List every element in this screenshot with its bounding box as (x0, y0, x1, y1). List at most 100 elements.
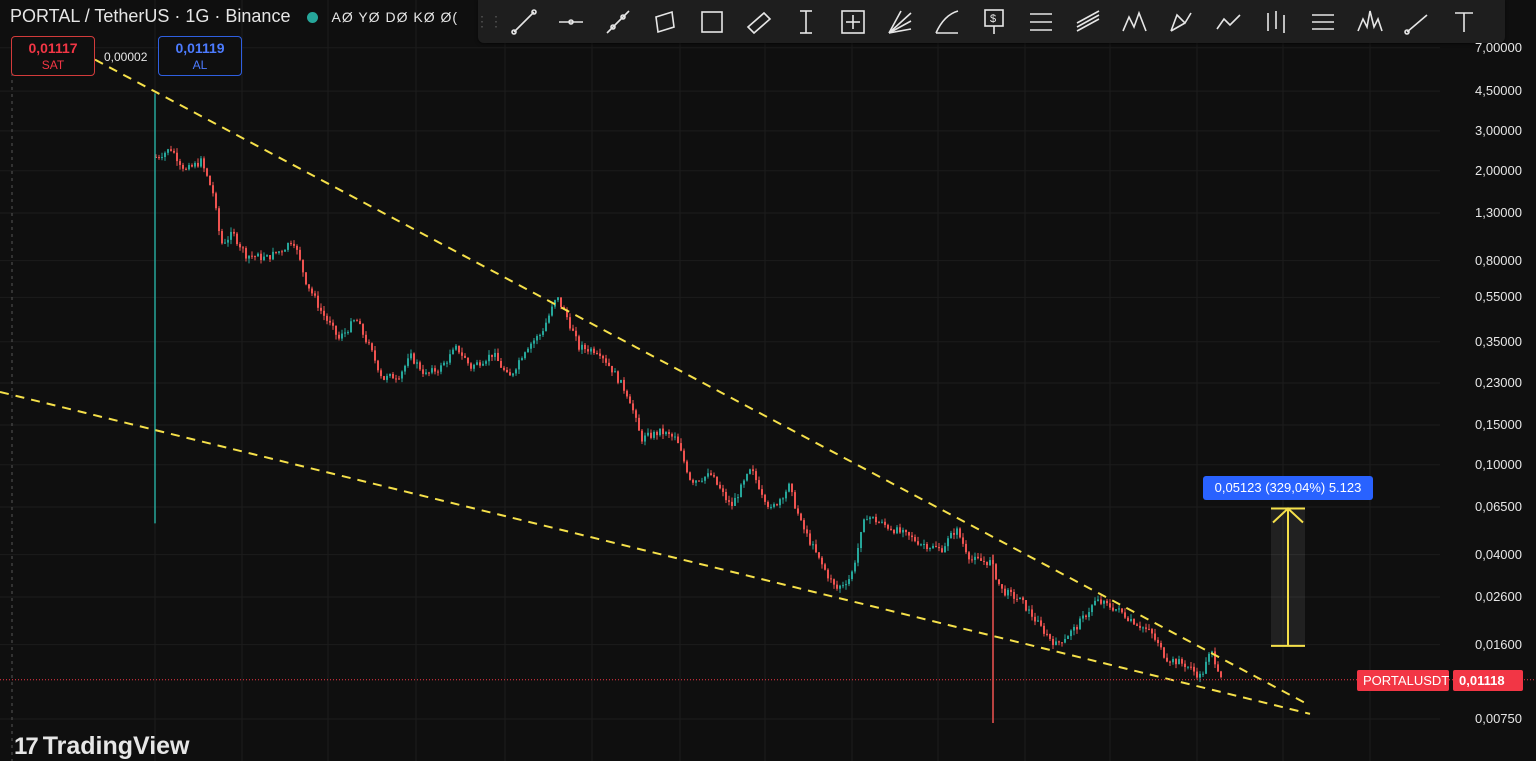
candle-body (1013, 592, 1015, 599)
candle-body (938, 547, 940, 549)
candle-body (974, 556, 976, 561)
candle-body (1043, 625, 1045, 634)
gann-box-icon[interactable] (1299, 0, 1346, 43)
candle-body (701, 480, 703, 482)
rotated-rectangle-icon[interactable] (735, 0, 782, 43)
candle-body (434, 368, 436, 372)
horizontal-ray-icon[interactable] (547, 0, 594, 43)
candle-body (857, 548, 859, 563)
candle-body (578, 336, 580, 350)
candle-body (1058, 641, 1060, 643)
candle-body (1163, 647, 1165, 658)
candle-body (560, 297, 562, 307)
arc-icon[interactable] (923, 0, 970, 43)
parallel-channel-icon[interactable] (641, 0, 688, 43)
candle-body (713, 475, 715, 477)
ray-icon[interactable] (1393, 0, 1440, 43)
candle-body (977, 556, 979, 559)
candle-body (719, 484, 721, 489)
candle-body (1202, 673, 1204, 675)
candle-body (848, 579, 850, 585)
candle-body (227, 239, 229, 243)
text-icon[interactable] (1440, 0, 1487, 43)
candle-body (1073, 626, 1075, 631)
buy-button[interactable]: 0,01119 AL (158, 36, 242, 76)
candle-body (1091, 605, 1093, 613)
candle-body (395, 378, 397, 380)
candle-body (740, 484, 742, 498)
candle-body (251, 255, 253, 257)
candle-body (515, 369, 517, 374)
fib-retracement-icon[interactable] (1017, 0, 1064, 43)
candle-body (1178, 659, 1180, 665)
drag-handle-icon[interactable]: ⋮⋮ (475, 0, 503, 43)
candle-body (1208, 653, 1210, 662)
candle-body (245, 248, 247, 259)
candle-body (359, 321, 361, 325)
candle-body (467, 357, 469, 364)
candle-body (431, 368, 433, 373)
svg-text:$: $ (990, 13, 996, 25)
candle-body (530, 343, 532, 349)
candle-body (752, 469, 754, 472)
candle-body (173, 150, 175, 153)
candle-body (737, 497, 739, 499)
symbol-name[interactable]: PORTAL / TetherUS · 1G · Binance (10, 6, 290, 26)
pitchfork-icon[interactable] (1064, 0, 1111, 43)
candle-body (911, 535, 913, 538)
candle-body (341, 333, 343, 339)
candle-body (638, 417, 640, 431)
xabcd-pattern-icon[interactable] (1158, 0, 1205, 43)
candle-body (656, 431, 658, 436)
elliott-wave-icon[interactable] (1111, 0, 1158, 43)
candle-body (455, 345, 457, 350)
candle-body (281, 251, 283, 253)
candle-body (599, 353, 601, 356)
candle-body (482, 363, 484, 366)
candle-body (950, 532, 952, 539)
candle-body (278, 251, 280, 253)
candle-body (209, 175, 211, 186)
candle-body (821, 557, 823, 565)
candle-body (1217, 664, 1219, 672)
candle-body (782, 498, 784, 500)
candle-body (476, 362, 478, 365)
price-axis-label: 0,55000 (1475, 289, 1522, 305)
price-chart[interactable] (0, 0, 1536, 761)
extended-line-icon[interactable] (594, 0, 641, 43)
candle-body (458, 345, 460, 353)
bars-pattern-icon[interactable] (1252, 0, 1299, 43)
trend-line-icon[interactable] (500, 0, 547, 43)
last-price-tag: 0,01118 (1453, 669, 1523, 691)
candle-body (629, 396, 631, 404)
rectangle-icon[interactable] (688, 0, 735, 43)
sell-button[interactable]: 0,01117 SAT (11, 36, 95, 76)
candle-body (806, 529, 808, 534)
candle-body (899, 527, 901, 533)
price-note-icon[interactable]: $ (970, 0, 1017, 43)
candle-body (380, 370, 382, 377)
fib-fan-icon[interactable] (876, 0, 923, 43)
price-axis-label: 0,80000 (1475, 252, 1522, 268)
ohlc-values: AØ YØ DØ KØ Ø( (331, 9, 459, 25)
candle-body (1205, 661, 1207, 674)
candle-body (353, 320, 355, 322)
candle-body (569, 317, 571, 329)
candle-body (611, 365, 613, 373)
candle-body (653, 431, 655, 438)
path-icon[interactable] (1205, 0, 1252, 43)
candle-body (335, 325, 337, 335)
candle-body (575, 330, 577, 337)
candle-body (890, 528, 892, 530)
vertical-line-icon[interactable] (782, 0, 829, 43)
candle-body (1181, 659, 1183, 664)
tradingview-logo[interactable]: 17 TradingView (14, 732, 190, 761)
candle-body (944, 546, 946, 553)
candle-body (734, 497, 736, 506)
head-shoulders-icon[interactable] (1346, 0, 1393, 43)
symbol-header[interactable]: PORTAL / TetherUS · 1G · Binance AØ YØ D… (10, 6, 458, 27)
measure-box-icon[interactable] (829, 0, 876, 43)
candle-body (929, 548, 931, 550)
candle-body (551, 306, 553, 316)
candle-body (725, 491, 727, 501)
